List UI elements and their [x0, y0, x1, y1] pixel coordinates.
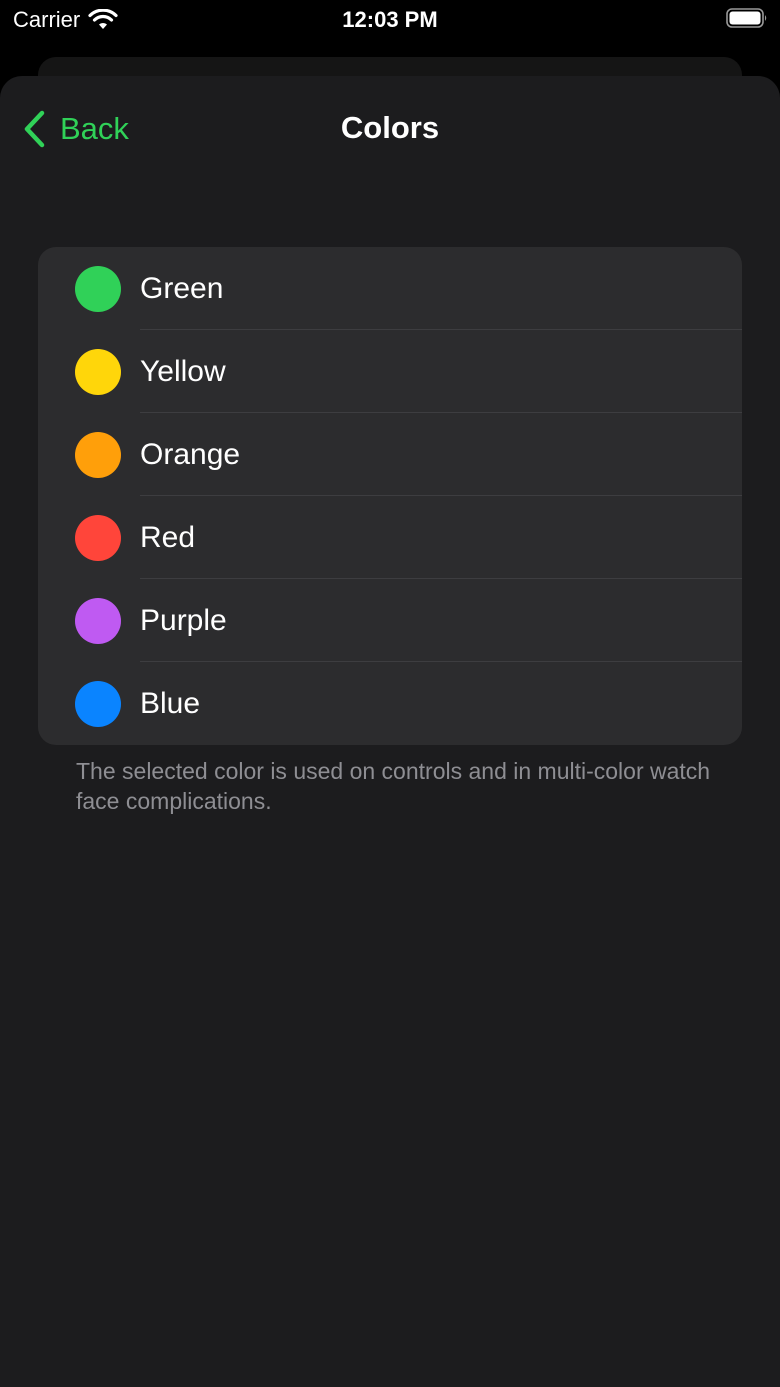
color-option-green[interactable]: Green	[38, 247, 742, 330]
color-list: Green Yellow Orange Red Purple Blue	[38, 247, 742, 745]
color-option-purple[interactable]: Purple	[38, 579, 742, 662]
orange-swatch-icon	[75, 432, 121, 478]
yellow-swatch-icon	[75, 349, 121, 395]
color-label: Purple	[140, 604, 227, 637]
red-swatch-icon	[75, 515, 121, 561]
status-time: 12:03 PM	[342, 7, 438, 32]
color-option-red[interactable]: Red	[38, 496, 742, 579]
status-bar: Carrier 12:03 PM	[0, 0, 780, 40]
purple-swatch-icon	[75, 598, 121, 644]
blue-swatch-icon	[75, 681, 121, 727]
color-option-blue[interactable]: Blue	[38, 662, 742, 745]
color-label: Green	[140, 272, 224, 305]
battery-icon	[726, 8, 767, 28]
color-label: Red	[140, 521, 196, 554]
color-label: Blue	[140, 687, 201, 720]
color-option-yellow[interactable]: Yellow	[38, 330, 742, 413]
footer-note: The selected color is used on controls a…	[76, 758, 711, 814]
color-label: Yellow	[140, 355, 226, 388]
navigation-bar: Back Colors	[0, 76, 780, 182]
colors-sheet: Back Colors Green Yellow Orange Red Purp…	[0, 76, 780, 1387]
page-title: Colors	[340, 110, 440, 145]
color-option-orange[interactable]: Orange	[38, 413, 742, 496]
green-swatch-icon	[75, 266, 121, 312]
color-label: Orange	[140, 438, 241, 471]
